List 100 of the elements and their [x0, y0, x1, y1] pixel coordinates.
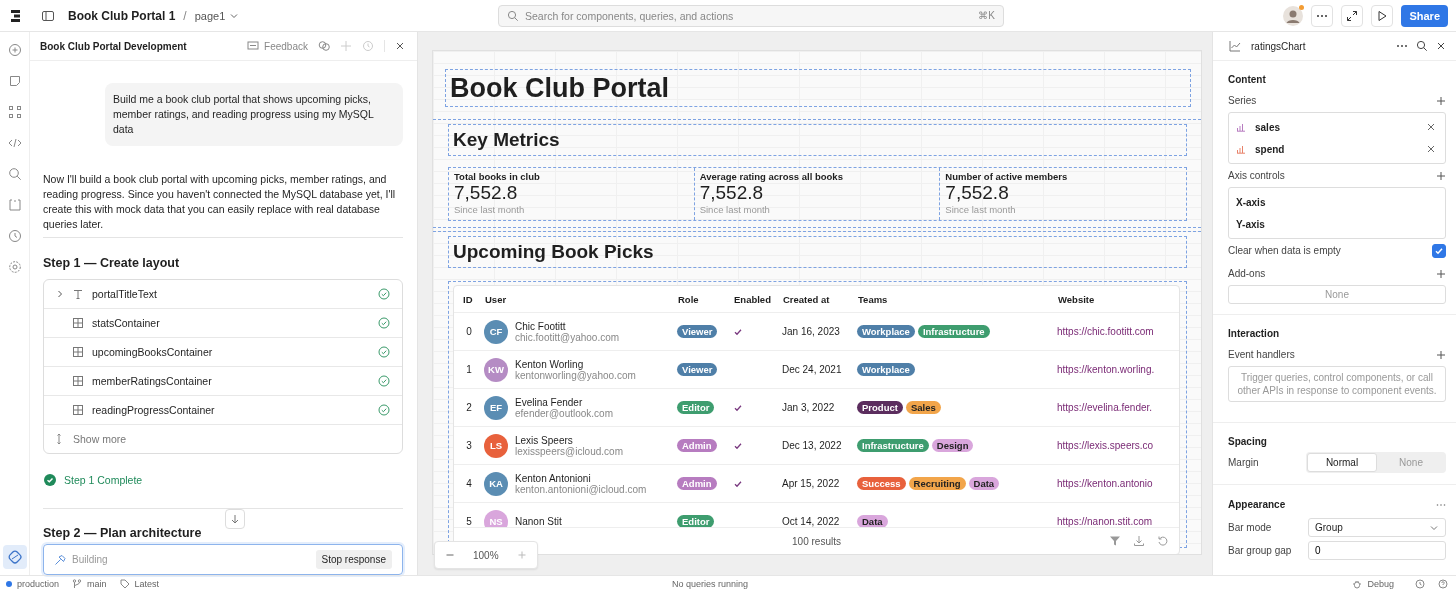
column-header[interactable]: Teams — [857, 293, 1057, 305]
remove-icon[interactable] — [1427, 145, 1435, 153]
settings-icon[interactable] — [7, 260, 22, 274]
feedback-button[interactable]: Feedback — [247, 40, 308, 52]
show-more-link[interactable]: Show more — [73, 433, 127, 445]
axis-item[interactable]: Y-axis — [1229, 213, 1445, 235]
stop-response-button[interactable]: Stop response — [315, 550, 392, 569]
close-icon[interactable] — [395, 41, 405, 51]
team-tag: Workplace — [857, 363, 915, 376]
user-name: Lexis Speers — [515, 434, 574, 446]
search-icon[interactable] — [1416, 40, 1428, 52]
website-link[interactable]: https://chic.footitt.com — [1057, 326, 1154, 337]
download-icon[interactable] — [1133, 535, 1145, 547]
metric-card[interactable]: Total books in club 7,552.8 Since last month — [449, 168, 695, 220]
nodes-icon[interactable] — [7, 105, 22, 119]
section-title: Content — [1228, 72, 1267, 87]
clock-icon[interactable] — [7, 229, 22, 243]
add-icon[interactable] — [1436, 170, 1446, 181]
gap-input[interactable]: 0 — [1308, 541, 1446, 560]
team-tag: Design — [931, 439, 974, 452]
series-item[interactable]: spend — [1229, 138, 1445, 160]
column-header[interactable]: ID — [454, 293, 484, 305]
column-header[interactable]: User — [484, 293, 677, 305]
sidebar-toggle-icon[interactable] — [41, 8, 55, 23]
history-icon[interactable] — [1415, 578, 1425, 589]
user-avatar[interactable] — [1283, 5, 1304, 26]
step-heading: Step 1 — Create layout — [43, 256, 181, 270]
column-header[interactable]: Role — [677, 293, 733, 305]
close-icon[interactable] — [1436, 41, 1446, 51]
environment-label[interactable]: production — [17, 578, 60, 589]
website-link[interactable]: https://kenton.antonio — [1057, 478, 1153, 489]
share-button[interactable]: Share — [1401, 4, 1448, 27]
scroll-down-button[interactable] — [225, 509, 245, 529]
chat-icon[interactable] — [318, 40, 330, 52]
empty-addons-box: None — [1228, 285, 1446, 304]
metric-label: Total books in club — [454, 171, 541, 182]
filter-icon[interactable] — [1109, 535, 1121, 547]
field-label: Bar mode — [1228, 522, 1272, 533]
column-header[interactable]: Enabled — [733, 293, 782, 305]
table-cell-text: 2 — [465, 402, 473, 413]
search-field[interactable]: Search for components, queries, and actions ⌘K — [498, 4, 1004, 27]
component-row[interactable]: readingProgressContainer — [44, 396, 402, 425]
grid-icon — [72, 404, 84, 416]
zoom-level: 100% — [473, 549, 499, 561]
website-link[interactable]: https://lexis.speers.co — [1057, 440, 1154, 451]
component-row[interactable]: portalTitleText — [44, 280, 402, 309]
axis-item[interactable]: X-axis — [1229, 191, 1445, 213]
user-email: efender@outlook.com — [515, 407, 613, 419]
preview-button[interactable] — [1371, 4, 1394, 27]
add-icon[interactable] — [7, 43, 22, 57]
table-cell-text: Dec 24, 2021 — [782, 364, 843, 375]
section-title: Interaction — [1228, 326, 1281, 341]
refresh-icon[interactable] — [1157, 535, 1169, 547]
website-link[interactable]: https://evelina.fender. — [1057, 402, 1153, 413]
component-row[interactable]: statsContainer — [44, 309, 402, 338]
breadcrumb-separator: / — [183, 8, 187, 23]
segment-option[interactable]: Normal — [1307, 453, 1377, 472]
user-email: kenton.antonioni@icloud.com — [515, 483, 647, 495]
note-icon[interactable] — [7, 74, 22, 88]
branch-label[interactable]: main — [87, 578, 107, 589]
grid-icon — [72, 375, 84, 387]
team-tag: Infrastructure — [917, 325, 990, 338]
code-icon[interactable] — [7, 136, 22, 150]
field-label: Event handlers — [1228, 349, 1295, 360]
search-icon — [507, 9, 519, 22]
expand-button[interactable] — [1341, 4, 1364, 27]
series-item[interactable]: sales — [1229, 116, 1445, 138]
table-cell-text: Dec 13, 2022 — [782, 440, 843, 451]
remove-icon[interactable] — [1427, 123, 1435, 131]
more-button[interactable] — [1311, 4, 1334, 27]
add-icon[interactable] — [1436, 349, 1446, 360]
website-link[interactable]: https://nanon.stit.com — [1057, 516, 1153, 527]
column-header[interactable]: Website — [1057, 293, 1179, 305]
component-row[interactable]: upcomingBooksContainer — [44, 338, 402, 367]
website-link[interactable]: https://kenton.worling. — [1057, 364, 1155, 375]
metric-card[interactable]: Average rating across all books 7,552.8 Since last month — [694, 168, 941, 220]
add-icon[interactable] — [1436, 95, 1446, 106]
team-tag: Infrastructure — [857, 439, 929, 452]
caret-icon — [230, 11, 239, 20]
metric-card[interactable]: Number of active members 7,552.8 Since last month — [940, 168, 1186, 220]
column-header[interactable]: Created at — [782, 293, 857, 305]
search-input[interactable]: Search for components, queries, and actions — [525, 9, 973, 22]
debug-button[interactable]: Debug — [1367, 578, 1394, 589]
grid-icon — [72, 317, 84, 329]
assistant-button[interactable] — [2, 545, 27, 569]
chevron-icon[interactable] — [56, 290, 64, 298]
user-name: Chic Footitt — [515, 320, 567, 332]
add-icon[interactable] — [1436, 268, 1446, 279]
bar-mode-select[interactable]: Group — [1308, 518, 1446, 537]
field-label: Clear when data is empty — [1228, 245, 1341, 256]
page-selector[interactable]: page1 — [194, 9, 239, 22]
table-cell-text: Jan 16, 2023 — [782, 326, 841, 337]
title-container[interactable]: Book Club Portal — [445, 69, 1191, 107]
component-row[interactable]: memberRatingsContainer — [44, 367, 402, 396]
field-label: Series — [1228, 95, 1257, 106]
arrow-down-icon — [230, 514, 240, 524]
metrics-container[interactable]: Key Metrics Total books in club 7,552.8 Since last month Average rating across all books 7,552.8 Since last month Number of active members 7,552.8 Since last month — [433, 119, 1201, 228]
help-icon[interactable] — [1438, 578, 1448, 589]
version-label[interactable]: Latest — [134, 578, 160, 589]
checkbox[interactable] — [1432, 243, 1446, 258]
